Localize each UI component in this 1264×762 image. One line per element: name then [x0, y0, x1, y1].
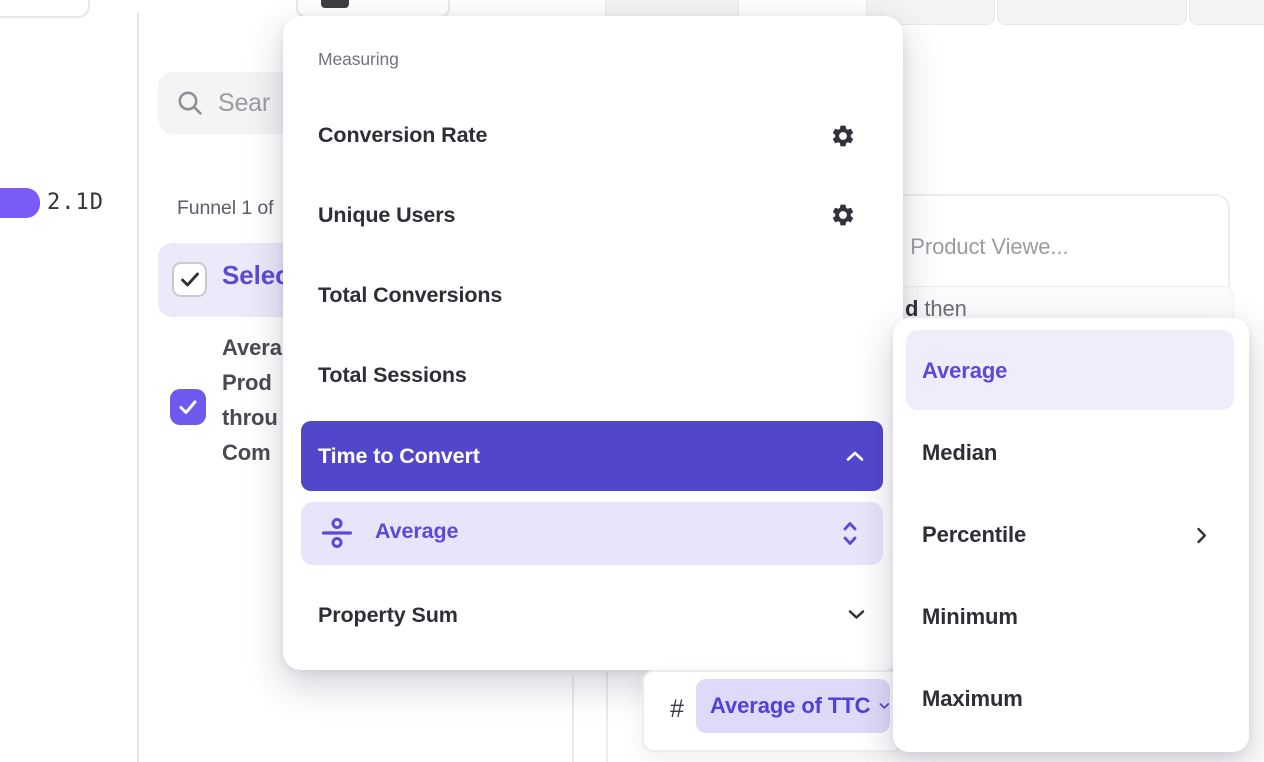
chevron-down-icon[interactable] — [848, 609, 865, 620]
submenu-item-maximum[interactable]: Maximum — [922, 683, 1023, 715]
metric-display-panel: # Average of TTC — [642, 670, 904, 752]
top-tab-fragment-3 — [997, 0, 1187, 25]
submenu-item-minimum[interactable]: Minimum — [922, 601, 1018, 633]
center-divider-1 — [572, 676, 574, 762]
event-select-value: on Product Viewe... — [880, 234, 1068, 260]
step-summary-text: Avera Prod throu Com — [222, 330, 282, 470]
select-all-label: Selec — [222, 260, 289, 291]
chevron-down-icon — [879, 701, 890, 711]
center-divider-2 — [606, 672, 608, 762]
toolbar-icon[interactable] — [321, 0, 349, 8]
top-tab-fragment-4 — [1189, 0, 1264, 25]
check-icon — [178, 399, 198, 416]
menu-item-property-sum[interactable]: Property Sum — [318, 600, 458, 630]
submenu-item-average[interactable]: Average — [922, 355, 1007, 387]
funnel-step-chip[interactable] — [0, 188, 40, 218]
menu-item-unique-users[interactable]: Unique Users — [318, 200, 455, 230]
number-type-badge: # — [670, 695, 684, 724]
step-checkbox[interactable] — [170, 389, 206, 425]
menu-item-total-conversions[interactable]: Total Conversions — [318, 280, 502, 310]
event-select-card[interactable]: on Product Viewe... — [862, 194, 1230, 300]
metric-pill-label: Average of TTC — [710, 693, 870, 719]
menu-item-label: Time to Convert — [318, 444, 480, 469]
app-canvas: 2.1D Funnel 1 of Selec Avera Prod throu … — [0, 0, 1264, 762]
select-all-checkbox[interactable] — [172, 262, 207, 297]
check-icon — [180, 271, 200, 289]
gear-icon[interactable] — [830, 123, 856, 149]
top-left-panel-fragment — [0, 0, 90, 18]
left-panel-divider — [137, 12, 139, 762]
metric-pill[interactable]: Average of TTC — [696, 679, 890, 733]
funnel-step-chip-label: 2.1D — [47, 190, 104, 215]
updown-chevrons-icon — [843, 521, 857, 546]
menu-item-total-sessions[interactable]: Total Sessions — [318, 360, 467, 390]
chevron-up-icon — [846, 451, 864, 462]
gear-icon[interactable] — [830, 202, 856, 228]
submenu-item-percentile[interactable]: Percentile — [922, 519, 1026, 551]
aggregation-dropdown: Average Median Percentile Minimum Maximu… — [893, 318, 1249, 752]
divide-icon — [322, 518, 352, 548]
aggregation-selector-row[interactable]: Average — [301, 502, 883, 565]
measuring-header: Measuring — [318, 49, 399, 70]
menu-item-conversion-rate[interactable]: Conversion Rate — [318, 120, 487, 150]
search-icon — [176, 89, 204, 117]
funnel-counter-label: Funnel 1 of — [177, 197, 273, 220]
chevron-right-icon — [1196, 527, 1207, 544]
submenu-item-median[interactable]: Median — [922, 437, 997, 469]
menu-item-time-to-convert[interactable]: Time to Convert — [301, 421, 883, 491]
measuring-dropdown: Measuring Conversion Rate Unique Users T… — [283, 16, 903, 670]
aggregation-selected-label: Average — [375, 519, 458, 544]
